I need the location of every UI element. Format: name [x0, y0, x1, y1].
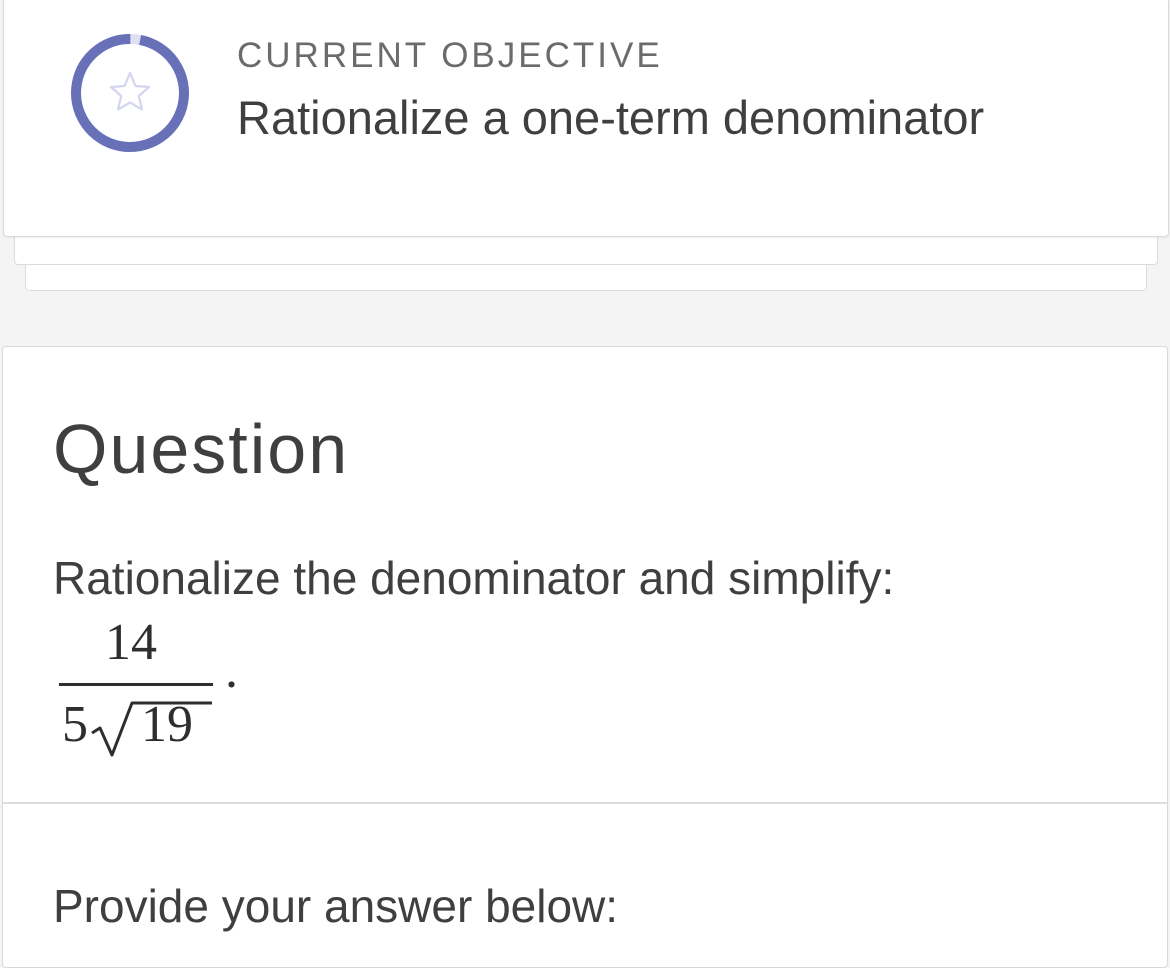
- expression-period: .: [225, 642, 238, 699]
- star-icon: [109, 71, 151, 111]
- fraction-bar: [59, 683, 213, 686]
- denominator-coefficient: 5: [62, 696, 88, 753]
- current-objective-card[interactable]: CURRENT OBJECTIVE Rationalize a one-term…: [3, 0, 1169, 237]
- section-divider: [3, 802, 1167, 804]
- question-heading: Question: [53, 410, 350, 488]
- objective-title: Rationalize a one-term denominator: [237, 91, 985, 144]
- denominator-radicand: 19: [141, 696, 193, 753]
- answer-prompt: Provide your answer below:: [53, 880, 619, 932]
- question-card: Question Rationalize the denominator and…: [2, 346, 1168, 968]
- objective-progress-ring: [71, 34, 189, 152]
- progress-ring-fill: [71, 34, 189, 152]
- question-prompt: Rationalize the denominator and simplify…: [53, 552, 895, 604]
- fraction-numerator: 14: [105, 614, 157, 671]
- objective-label: CURRENT OBJECTIVE: [237, 36, 663, 75]
- math-fraction: 14 . 5 19: [55, 609, 255, 759]
